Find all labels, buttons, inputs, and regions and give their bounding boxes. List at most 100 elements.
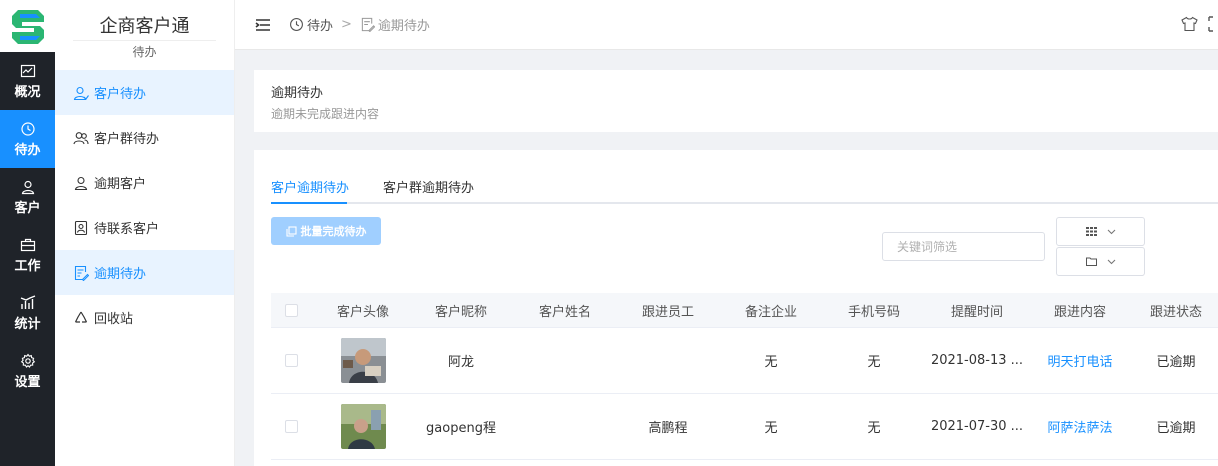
active-tab-indicator (271, 202, 347, 204)
keyword-filter-input[interactable]: 关键词筛选 (882, 232, 1045, 261)
breadcrumb-todo[interactable]: 待办 (307, 15, 333, 34)
bulk-complete-label: 批量完成待办 (300, 225, 367, 238)
rail-item-work[interactable]: 工作 (0, 226, 55, 284)
doc-edit-icon (361, 17, 375, 32)
column-header: 客户昵称 (434, 304, 487, 320)
select-all-checkbox[interactable] (283, 293, 299, 327)
staff-name (626, 328, 710, 393)
column-header: 手机号码 (847, 304, 900, 320)
company: 无 (764, 355, 778, 370)
phone: 无 (867, 355, 881, 370)
nickname: gaopeng程 (426, 421, 496, 436)
user-icon (73, 86, 89, 100)
table-row[interactable]: gaopeng程 高鹏程 无 无 2021-07-30 ... 阿萨法萨法 已逾… (271, 394, 1218, 460)
avatar (321, 394, 405, 459)
tab-bar: 客户逾期待办 客户群逾期待办 (271, 170, 1218, 204)
phone: 无 (867, 421, 881, 436)
clock-icon (20, 121, 35, 136)
sidebar-item-label: 客户群待办 (94, 132, 160, 147)
column-header: 客户头像 (336, 304, 389, 320)
sidebar-item-label: 回收站 (94, 312, 134, 327)
sidebar-item-label: 待联系客户 (94, 222, 160, 237)
page-header-card: 逾期待办 逾期未完成跟进内容 (254, 70, 1218, 132)
reminder-time: 2021-08-13 ... (930, 353, 1024, 368)
rail-item-settings[interactable]: 设置 (0, 342, 55, 400)
column-header: 跟进员工 (641, 304, 694, 320)
main-card: 客户逾期待办 客户群逾期待办 批量完成待办 关键词筛选 客户头像 客户昵称 客户… (254, 150, 1218, 466)
breadcrumb-separator: > (341, 17, 352, 32)
logo (0, 0, 55, 52)
staff-name: 高鹏程 (648, 421, 688, 436)
folder-icon (1085, 257, 1097, 266)
recycle-icon (74, 311, 88, 323)
column-header: 备注企业 (744, 304, 797, 320)
chevron-down-icon (1107, 229, 1115, 234)
app-title: 企商客户通 (99, 16, 190, 37)
rail-label: 工作 (14, 258, 41, 274)
sidebar-item-overdue-todo[interactable]: 逾期待办 (55, 250, 234, 295)
followup-content-link[interactable]: 阿萨法萨法 (1038, 394, 1122, 459)
user-icon (21, 180, 34, 194)
column-header: 跟进状态 (1149, 304, 1202, 320)
fullscreen-icon[interactable] (1208, 16, 1214, 32)
sidebar-item-to-contact[interactable]: 待联系客户 (55, 205, 234, 250)
table-row[interactable]: 阿龙 无 无 2021-08-13 ... 明天打电话 已逾期 (271, 328, 1218, 394)
row-checkbox[interactable] (283, 328, 299, 393)
export-dropdown[interactable] (1056, 247, 1145, 276)
tab-group-overdue[interactable]: 客户群逾期待办 (383, 177, 474, 196)
user-icon (74, 176, 88, 190)
avatar (321, 328, 405, 393)
breadcrumb: 待办 > 逾期待办 (289, 15, 430, 34)
sidebar-item-overdue-customer[interactable]: 逾期客户 (55, 160, 234, 205)
tab-customer-overdue[interactable]: 客户逾期待办 (271, 177, 349, 196)
followup-content-link[interactable]: 明天打电话 (1038, 328, 1122, 393)
bulk-complete-button[interactable]: 批量完成待办 (271, 217, 381, 245)
theme-shirt-icon[interactable] (1181, 16, 1198, 32)
status: 已逾期 (1156, 421, 1196, 436)
row-checkbox[interactable] (283, 394, 299, 459)
gear-icon (20, 353, 35, 368)
sidebar-item-label: 逾期客户 (94, 177, 147, 192)
status: 已逾期 (1156, 355, 1196, 370)
rail-item-todo[interactable]: 待办 (0, 110, 55, 168)
sidebar-item-group-todo[interactable]: 客户群待办 (55, 115, 234, 160)
column-layout-dropdown[interactable] (1056, 217, 1145, 246)
sub-sidebar: 企商客户通 待办 客户待办 客户群待办 逾期客户 待联系客户 逾期待办 回收站 (55, 0, 235, 466)
page-title: 逾期待办 (271, 86, 324, 101)
company: 无 (764, 421, 778, 436)
menu-toggle-icon[interactable] (255, 18, 271, 32)
app-subtitle: 待办 (73, 40, 216, 60)
chart-icon (20, 64, 35, 77)
rail-label: 客户 (14, 200, 41, 216)
sidebar-item-label: 逾期待办 (94, 267, 147, 282)
left-rail: 概况 待办 客户 工作 统计 设置 (0, 0, 55, 466)
top-bar: 待办 > 逾期待办 (235, 0, 1218, 50)
rail-label: 概况 (14, 84, 41, 100)
briefcase-icon (20, 238, 35, 251)
contact-card-icon (74, 220, 88, 235)
column-header: 跟进内容 (1053, 304, 1106, 320)
rail-item-overview[interactable]: 概况 (0, 52, 55, 110)
grid-icon (1085, 227, 1097, 236)
breadcrumb-overdue-todo: 逾期待办 (377, 19, 430, 34)
rail-item-customer[interactable]: 客户 (0, 168, 55, 226)
rail-item-stats[interactable]: 统计 (0, 284, 55, 342)
page-subtitle: 逾期未完成跟进内容 (271, 107, 380, 121)
customer-name (523, 328, 607, 393)
chevron-down-icon (1107, 259, 1115, 264)
sidebar-header: 企商客户通 待办 (55, 0, 234, 70)
group-icon (73, 131, 89, 144)
stats-icon (20, 294, 35, 309)
rail-label: 待办 (14, 142, 41, 158)
sidebar-item-label: 客户待办 (94, 87, 147, 102)
clock-icon (290, 18, 303, 31)
doc-edit-icon (74, 265, 89, 281)
column-header: 客户姓名 (538, 304, 591, 320)
rail-label: 设置 (14, 374, 41, 390)
top-right-actions (1181, 16, 1214, 32)
sidebar-item-recycle[interactable]: 回收站 (55, 295, 234, 340)
column-header: 提醒时间 (950, 304, 1003, 320)
sidebar-item-customer-todo[interactable]: 客户待办 (55, 70, 234, 115)
reminder-time: 2021-07-30 ... (930, 419, 1024, 434)
nickname: 阿龙 (447, 355, 474, 370)
